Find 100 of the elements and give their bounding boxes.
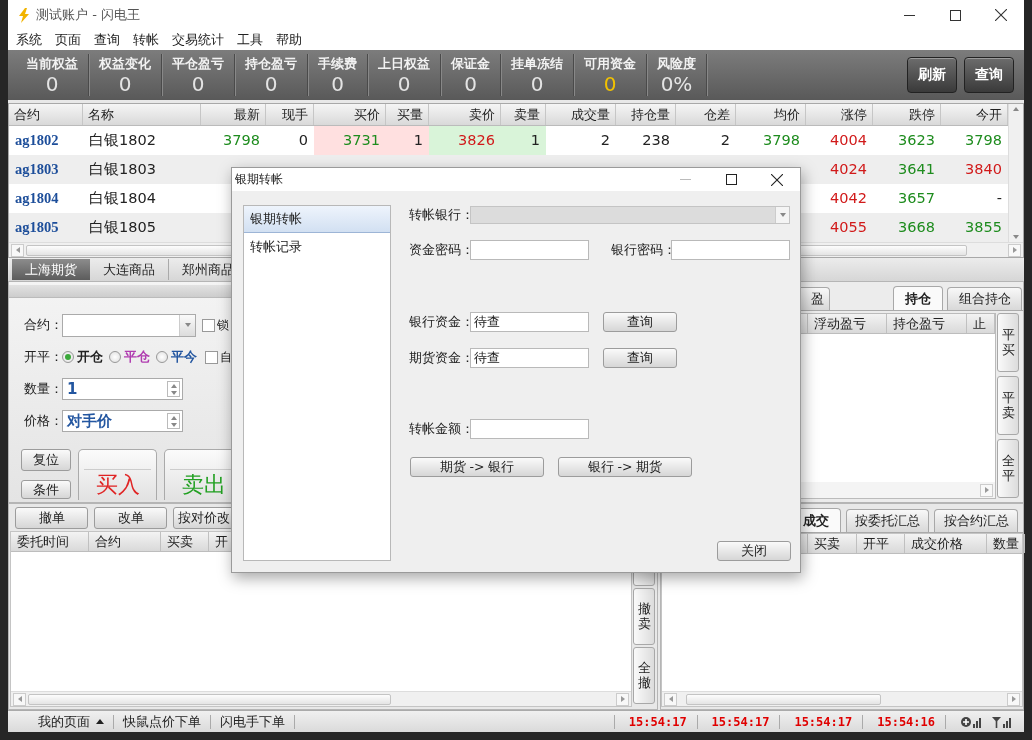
quantity-field[interactable]: 1 (62, 378, 183, 400)
column-header: 仓差 (676, 104, 736, 125)
column-header: 持仓量 (616, 104, 676, 125)
time-label: 15:54:16 (862, 714, 945, 729)
close-icon[interactable] (995, 9, 1007, 21)
transfer-button[interactable]: 期货 -> 银行 (410, 457, 544, 477)
stat-value: 0 (530, 72, 544, 96)
caret-icon[interactable] (96, 719, 104, 724)
maximize-icon[interactable] (725, 174, 737, 185)
lightning-icon (18, 7, 30, 23)
table-cell-text: 3840 (964, 160, 1003, 179)
stat-label: 挂单冻结 (511, 54, 563, 73)
trade-tab[interactable]: 按委托汇总 (846, 509, 929, 532)
column-header: 成交量 (546, 104, 616, 125)
menu-item[interactable]: 转帐 (126, 31, 165, 49)
balance-field[interactable]: 待查 (470, 348, 589, 368)
radio-button[interactable] (109, 351, 121, 363)
table-cell-text: 白银1802 (88, 131, 157, 150)
time-label: 15:54:17 (613, 714, 697, 729)
buy-button[interactable]: 买入 (78, 449, 157, 500)
table-cell-text: - (995, 189, 1003, 208)
password-field[interactable] (470, 240, 589, 260)
price-field[interactable]: 对手价 (62, 410, 183, 432)
menu-item[interactable]: 帮助 (269, 31, 308, 49)
radio-label: 平今 (171, 348, 197, 366)
minimize-icon[interactable] (903, 14, 915, 16)
table-cell-text: 2 (599, 131, 611, 150)
close-icon[interactable] (771, 173, 783, 186)
reset-button[interactable]: 复位 (21, 449, 71, 471)
column-header: 买卖 (808, 534, 857, 553)
column-header: 委托时间 (11, 532, 89, 551)
table-cell-text: 3657 (897, 189, 936, 208)
transfer-button[interactable]: 银行 -> 期货 (558, 457, 692, 477)
table-cell-text: 238 (641, 131, 671, 150)
checkbox[interactable] (205, 350, 218, 364)
toolbar-button[interactable]: 查询 (964, 57, 1014, 93)
field-label: 银行密码： (611, 241, 671, 259)
menu-item[interactable]: 工具 (230, 31, 269, 49)
status-item[interactable]: 快鼠点价下单 (123, 714, 201, 729)
query-button[interactable]: 查询 (603, 312, 677, 332)
column-header: 卖量 (501, 104, 546, 125)
exchange-tab[interactable]: 大连商品 (90, 259, 168, 280)
table-cell: 3826 (429, 126, 501, 155)
stat-value: 0 (464, 72, 477, 96)
order-button[interactable]: 撤单 (15, 507, 88, 529)
column-header: 开平 (857, 534, 905, 553)
radio-button[interactable] (62, 351, 74, 363)
checkbox[interactable] (202, 318, 215, 332)
menu-item[interactable]: 系统 (9, 31, 48, 49)
column-header: 涨停 (806, 104, 873, 125)
stat-value: 0 (603, 72, 617, 96)
table-cell-text: ag1804 (14, 189, 60, 208)
table-cell-text: 2 (719, 131, 731, 150)
field-label: 开平： (24, 348, 62, 366)
side-button[interactable]: 平买 (997, 313, 1019, 372)
amount-field[interactable] (470, 419, 589, 439)
close-button[interactable]: 关闭 (717, 541, 791, 561)
side-button[interactable]: 全撤 (633, 647, 655, 704)
column-header: 卖价 (429, 104, 501, 125)
table-cell: 1 (386, 126, 429, 155)
trade-tab[interactable]: 按合约汇总 (934, 509, 1018, 532)
side-button[interactable]: 平卖 (997, 376, 1019, 435)
menu-item[interactable]: 页面 (48, 31, 87, 49)
stat-value: 0 (118, 72, 132, 96)
stat-value: 0 (264, 72, 278, 96)
stat-value: 0 (331, 72, 344, 96)
query-button[interactable]: 查询 (603, 348, 677, 368)
radio-button[interactable] (156, 351, 168, 363)
side-button[interactable]: 全平 (997, 439, 1019, 498)
table-cell-text: 4024 (829, 160, 868, 179)
stat-label: 可用资金 (584, 54, 636, 73)
field-label: 转帐金额： (409, 420, 470, 438)
status-item[interactable]: 闪电手下单 (220, 714, 285, 729)
nav-item[interactable]: 银期转帐 (244, 206, 390, 233)
checkbox-label: 自 (220, 348, 232, 366)
maximize-icon[interactable] (949, 9, 961, 21)
radio-label: 开仓 (77, 348, 103, 366)
position-tab[interactable]: 持仓 (893, 286, 943, 310)
table-cell-text: 3855 (964, 218, 1003, 237)
exchange-tab[interactable]: 上海期货 (12, 259, 90, 280)
balance-field[interactable]: 待查 (470, 312, 589, 332)
field-label: 数量： (24, 380, 62, 398)
side-button[interactable]: 撤卖 (633, 588, 655, 645)
position-tab[interactable]: 组合持仓 (947, 287, 1022, 310)
field-label: 期货资金： (409, 349, 470, 367)
column-header: 合约 (89, 532, 161, 551)
table-cell-text: ag1803 (14, 160, 60, 179)
contract-dropdown[interactable] (62, 313, 196, 337)
order-button[interactable]: 改单 (94, 507, 167, 529)
radio-label: 平仓 (124, 348, 150, 366)
condition-button[interactable]: 条件 (21, 480, 71, 499)
password-field[interactable] (671, 240, 790, 260)
column-header: 数量 (987, 534, 1025, 553)
menu-item[interactable]: 查询 (87, 31, 126, 49)
table-cell-text: ag1802 (14, 131, 60, 150)
toolbar-button[interactable]: 刷新 (907, 57, 957, 93)
nav-item[interactable]: 转帐记录 (244, 233, 390, 260)
status-item[interactable]: 我的页面 (38, 714, 90, 729)
column-header: 名称 (83, 104, 201, 125)
menu-item[interactable]: 交易统计 (165, 31, 230, 49)
